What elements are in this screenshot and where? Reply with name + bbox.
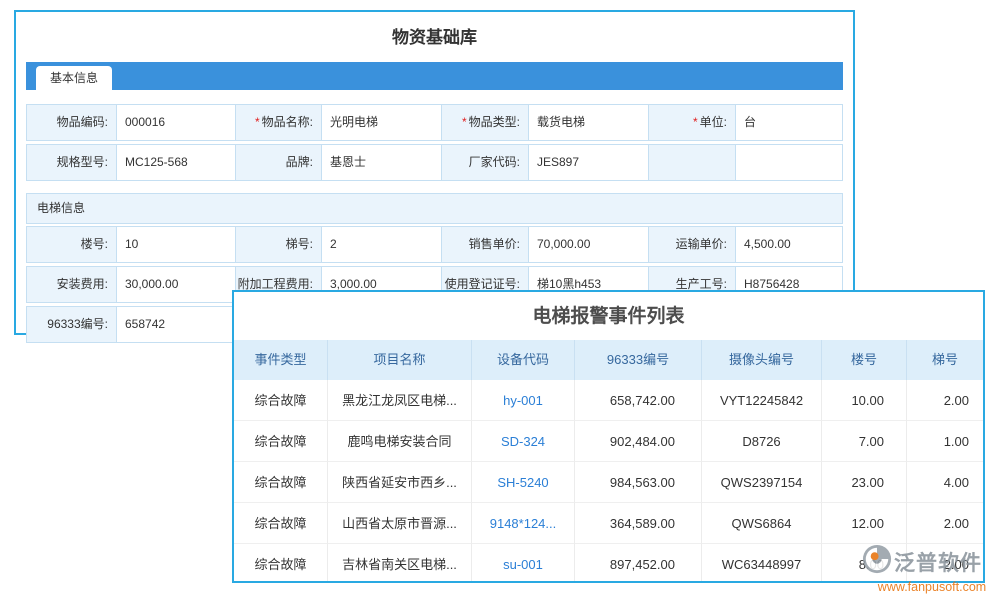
tab-bar: 基本信息 xyxy=(26,62,843,90)
table-header-row: 事件类型 项目名称 设备代码 96333编号 摄像头编号 楼号 梯号 xyxy=(234,340,983,380)
table-row: 综合故障 陕西省延安市西乡... SH-5240 984,563.00 QWS2… xyxy=(234,462,983,503)
cell-camera-no: QWS2397154 xyxy=(702,462,822,503)
cell-96333-no: 364,589.00 xyxy=(575,503,702,544)
cell-elevator-no: 2.00 xyxy=(907,380,983,421)
column-header-elevator-no[interactable]: 梯号 xyxy=(907,340,983,380)
table-row: 综合故障 黑龙江龙凤区电梯... hy-001 658,742.00 VYT12… xyxy=(234,380,983,421)
cell-project-name: 黑龙江龙凤区电梯... xyxy=(328,380,472,421)
fanpu-logo-icon xyxy=(862,544,892,579)
required-marker: * xyxy=(255,115,260,129)
field-label-install-fee: 安装费用: xyxy=(27,267,116,302)
cell-project-name: 鹿鸣电梯安装合同 xyxy=(328,421,472,462)
field-value-empty xyxy=(735,145,854,180)
column-header-96333-no[interactable]: 96333编号 xyxy=(575,340,702,380)
alarm-list-title: 电梯报警事件列表 xyxy=(234,292,983,340)
field-value-spec-model: MC125-568 xyxy=(116,145,235,180)
watermark-brand: 泛普软件 xyxy=(894,547,982,577)
cell-camera-no: D8726 xyxy=(702,421,822,462)
cell-event-type: 综合故障 xyxy=(234,380,328,421)
field-label-item-code: 物品编码: xyxy=(27,105,116,140)
cell-96333-no: 984,563.00 xyxy=(575,462,702,503)
field-value-transport-price: 4,500.00 xyxy=(735,227,854,262)
cell-device-code-link[interactable]: SD-324 xyxy=(472,421,575,462)
table-row: 综合故障 山西省太原市晋源... 9148*124... 364,589.00 … xyxy=(234,503,983,544)
cell-96333-no: 897,452.00 xyxy=(575,544,702,583)
cell-project-name: 山西省太原市晋源... xyxy=(328,503,472,544)
alarm-event-list-panel: 电梯报警事件列表 事件类型 项目名称 设备代码 96333编号 摄像头编号 楼号… xyxy=(232,290,985,583)
page-title: 物资基础库 xyxy=(16,12,853,62)
field-label-item-name: *物品名称: xyxy=(235,105,321,140)
watermark-url: www.fanpusoft.com xyxy=(862,580,1000,594)
cell-event-type: 综合故障 xyxy=(234,544,328,583)
required-marker: * xyxy=(693,115,698,129)
cell-device-code-link[interactable]: 9148*124... xyxy=(472,503,575,544)
column-header-camera-no[interactable]: 摄像头编号 xyxy=(702,340,822,380)
cell-device-code-link[interactable]: SH-5240 xyxy=(472,462,575,503)
field-value-vendor-code: JES897 xyxy=(528,145,648,180)
cell-building-no: 12.00 xyxy=(822,503,907,544)
field-label-elevator-no: 梯号: xyxy=(235,227,321,262)
column-header-device-code[interactable]: 设备代码 xyxy=(472,340,575,380)
field-label-unit: *单位: xyxy=(648,105,735,140)
field-value-unit: 台 xyxy=(735,105,854,140)
cell-building-no: 23.00 xyxy=(822,462,907,503)
form-row: 规格型号: MC125-568 品牌: 基恩士 厂家代码: JES897 xyxy=(26,144,843,181)
field-label-spec-model: 规格型号: xyxy=(27,145,116,180)
field-value-building-no: 10 xyxy=(116,227,235,262)
cell-device-code-link[interactable]: su-001 xyxy=(472,544,575,583)
cell-event-type: 综合故障 xyxy=(234,462,328,503)
cell-96333-no: 902,484.00 xyxy=(575,421,702,462)
cell-camera-no: WC63448997 xyxy=(702,544,822,583)
field-value-96333-no: 658742 xyxy=(116,307,235,342)
tab-basic-info[interactable]: 基本信息 xyxy=(36,66,112,90)
section-header-elevator-info: 电梯信息 xyxy=(26,193,843,224)
field-label-96333-no: 96333编号: xyxy=(27,307,116,342)
column-header-building-no[interactable]: 楼号 xyxy=(822,340,907,380)
cell-elevator-no: 4.00 xyxy=(907,462,983,503)
cell-elevator-no: 1.00 xyxy=(907,421,983,462)
cell-building-no: 7.00 xyxy=(822,421,907,462)
field-label-sale-price: 销售单价: xyxy=(441,227,528,262)
field-label-item-type: *物品类型: xyxy=(441,105,528,140)
cell-building-no: 10.00 xyxy=(822,380,907,421)
field-value-install-fee: 30,000.00 xyxy=(116,267,235,302)
material-base-panel: 物资基础库 基本信息 物品编码: 000016 *物品名称: 光明电梯 *物品类… xyxy=(14,10,855,335)
table-row: 综合故障 鹿鸣电梯安装合同 SD-324 902,484.00 D8726 7.… xyxy=(234,421,983,462)
cell-camera-no: VYT12245842 xyxy=(702,380,822,421)
field-value-item-type: 载货电梯 xyxy=(528,105,648,140)
field-value-item-name: 光明电梯 xyxy=(321,105,441,140)
cell-device-code-link[interactable]: hy-001 xyxy=(472,380,575,421)
field-value-sale-price: 70,000.00 xyxy=(528,227,648,262)
column-header-project-name[interactable]: 项目名称 xyxy=(328,340,472,380)
form-row: 物品编码: 000016 *物品名称: 光明电梯 *物品类型: 载货电梯 *单位… xyxy=(26,104,843,141)
required-marker: * xyxy=(462,115,467,129)
cell-event-type: 综合故障 xyxy=(234,503,328,544)
field-label-transport-price: 运输单价: xyxy=(648,227,735,262)
cell-event-type: 综合故障 xyxy=(234,421,328,462)
form-row: 楼号: 10 梯号: 2 销售单价: 70,000.00 运输单价: 4,500… xyxy=(26,226,843,263)
field-value-brand: 基恩士 xyxy=(321,145,441,180)
basic-info-form: 物品编码: 000016 *物品名称: 光明电梯 *物品类型: 载货电梯 *单位… xyxy=(26,104,843,181)
field-label-empty xyxy=(648,145,735,180)
field-label-brand: 品牌: xyxy=(235,145,321,180)
cell-project-name: 陕西省延安市西乡... xyxy=(328,462,472,503)
cell-camera-no: QWS6864 xyxy=(702,503,822,544)
cell-elevator-no: 2.00 xyxy=(907,503,983,544)
cell-96333-no: 658,742.00 xyxy=(575,380,702,421)
watermark: 泛普软件 www.fanpusoft.com xyxy=(862,544,1000,594)
cell-project-name: 吉林省南关区电梯... xyxy=(328,544,472,583)
field-label-building-no: 楼号: xyxy=(27,227,116,262)
field-label-vendor-code: 厂家代码: xyxy=(441,145,528,180)
field-value-elevator-no: 2 xyxy=(321,227,441,262)
column-header-event-type[interactable]: 事件类型 xyxy=(234,340,328,380)
field-value-item-code: 000016 xyxy=(116,105,235,140)
